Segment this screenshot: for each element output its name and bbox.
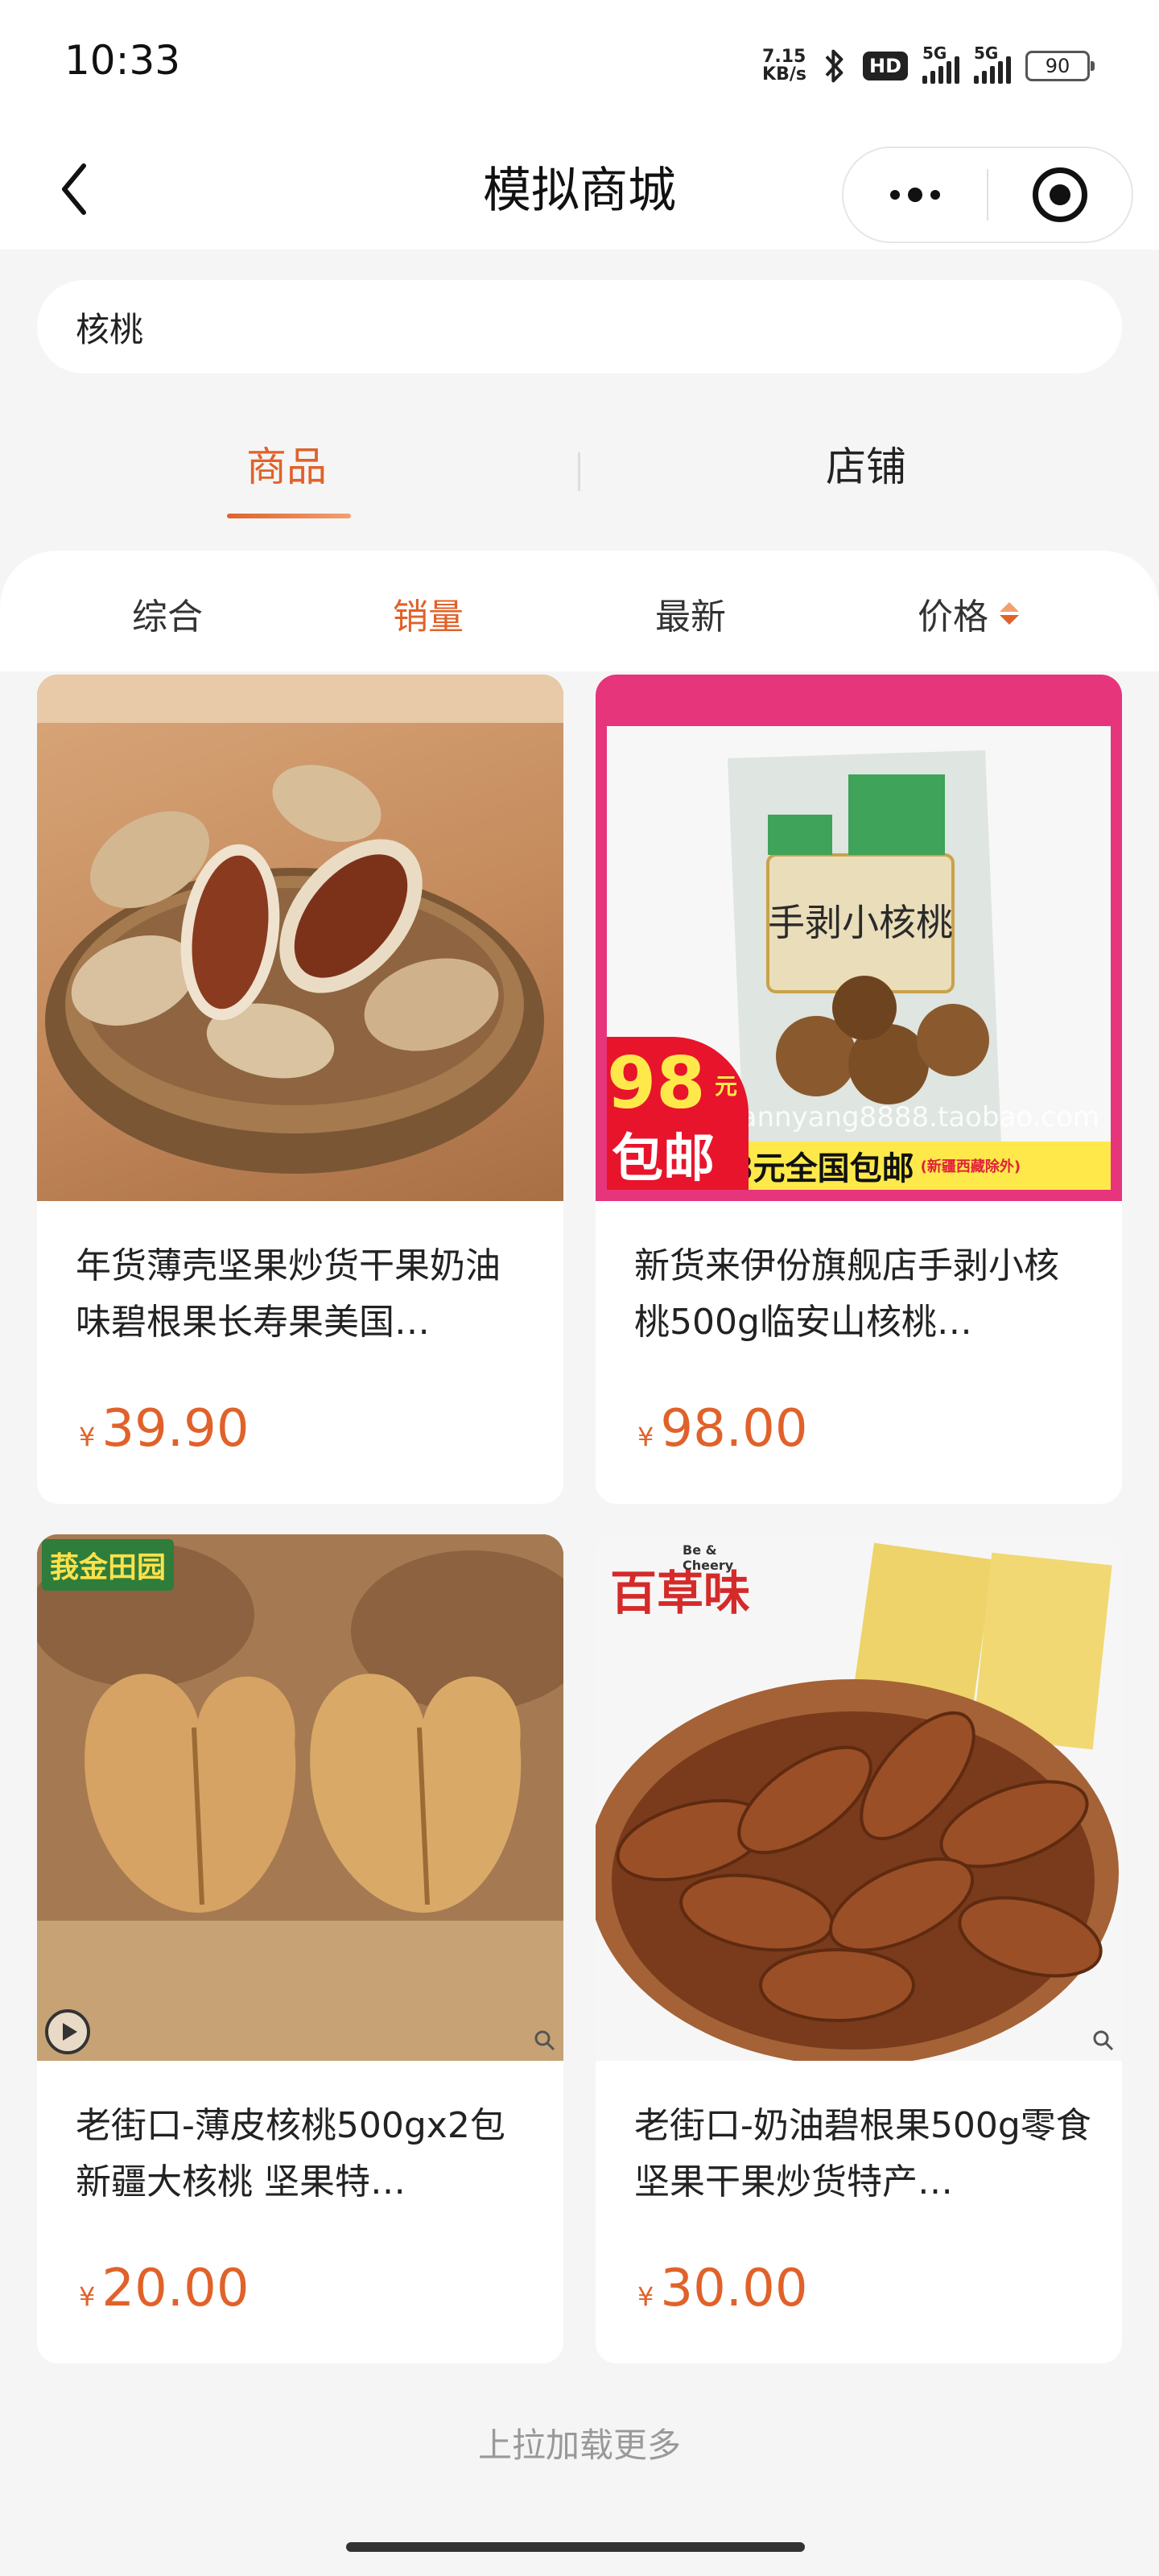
price-currency: ¥ bbox=[79, 1422, 96, 1452]
promo-bottom-note: (新疆西藏除外) bbox=[920, 1158, 1021, 1175]
product-image: 百草味 Be & Cheery bbox=[596, 1534, 1122, 2061]
brand-logo: 百草味 Be & Cheery bbox=[610, 1542, 751, 1623]
sort-newest[interactable]: 最新 bbox=[655, 588, 726, 639]
battery-level: 90 bbox=[1045, 55, 1070, 77]
product-title: 老街口-奶油碧根果500g零食坚果干果炒货特产… bbox=[634, 2105, 1091, 2202]
top-tabs: 商品 店铺 bbox=[0, 419, 1159, 523]
promo-banner-title: 手剥小核桃500克 bbox=[702, 682, 1016, 727]
tab-divider bbox=[578, 452, 580, 491]
pecan-bowl-illustration bbox=[37, 675, 563, 1174]
signal-icon: 5G bbox=[922, 43, 959, 84]
search-box[interactable] bbox=[37, 280, 1122, 374]
play-video-icon[interactable] bbox=[45, 2009, 90, 2054]
product-price: ¥ 20.00 bbox=[79, 2259, 250, 2318]
search-input[interactable] bbox=[76, 307, 1122, 347]
load-more-hint: 上拉加载更多 bbox=[477, 2425, 681, 2465]
product-price: ¥ 39.90 bbox=[79, 1399, 250, 1459]
product-title: 老街口-薄皮核桃500gx2包 新疆大核桃 坚果特… bbox=[76, 2105, 505, 2202]
nav-bar: 模拟商城 bbox=[0, 129, 1159, 250]
network-speed-value: 7.15 bbox=[762, 47, 806, 67]
results-panel: 综合 销量 最新 价格 年货薄壳坚果炒货干果奶油味碧根果长寿果美国… ¥ 39.… bbox=[0, 551, 1159, 2539]
product-card[interactable]: 年货薄壳坚果炒货干果奶油味碧根果长寿果美国… ¥ 39.90 bbox=[37, 675, 563, 1504]
more-dots-icon bbox=[890, 188, 940, 202]
sort-newest-label: 最新 bbox=[655, 597, 726, 638]
status-indicators: 7.15 KB/s HD 5G 5G 90 bbox=[762, 42, 1095, 90]
tab-active-underline bbox=[227, 514, 351, 518]
product-title: 新货来伊份旗舰店手剥小核桃500g临安山核桃… bbox=[634, 1245, 1059, 1343]
price-currency: ¥ bbox=[637, 2281, 654, 2312]
sort-sales[interactable]: 销量 bbox=[393, 588, 464, 639]
more-button[interactable] bbox=[843, 148, 987, 242]
brand-logo-text: 百草味 bbox=[610, 1566, 751, 1620]
brand-logo-sub: Be & Cheery bbox=[683, 1542, 734, 1573]
product-card[interactable]: 手剥小核桃500克 手剥小核桃 yannyang8888.taobao.com … bbox=[596, 675, 1122, 1504]
product-title: 年货薄壳坚果炒货干果奶油味碧根果长寿果美国… bbox=[76, 1245, 501, 1343]
bluetooth-icon bbox=[825, 49, 843, 83]
brand-logo: 莪金田园 bbox=[42, 1539, 175, 1591]
svg-text:手剥小核桃: 手剥小核桃 bbox=[768, 901, 953, 944]
promo-badge-unit: 元 bbox=[715, 1073, 738, 1100]
target-icon bbox=[1033, 167, 1087, 222]
network-speed: 7.15 KB/s bbox=[762, 48, 806, 84]
product-price: ¥ 98.00 bbox=[637, 1399, 808, 1459]
signal-label-2: 5G bbox=[974, 43, 999, 63]
signal-label: 5G bbox=[922, 43, 947, 63]
product-price: ¥ 30.00 bbox=[637, 2259, 808, 2318]
tab-shops[interactable]: 店铺 bbox=[826, 435, 906, 493]
close-mini-program-button[interactable] bbox=[988, 148, 1132, 242]
sort-arrows-icon bbox=[1000, 602, 1019, 625]
magnify-icon bbox=[534, 2030, 555, 2051]
sort-sales-label: 销量 bbox=[393, 597, 464, 638]
mascot-icon bbox=[612, 678, 660, 726]
price-value: 98.00 bbox=[660, 1399, 808, 1459]
watermark: yannyang8888.taobao.com bbox=[724, 1101, 1100, 1133]
hd-badge: HD bbox=[862, 52, 908, 80]
product-image: 莪金田园 bbox=[37, 1534, 563, 2061]
battery-icon: 90 bbox=[1025, 51, 1095, 81]
tab-goods[interactable]: 商品 bbox=[246, 435, 327, 493]
sort-comprehensive[interactable]: 综合 bbox=[132, 588, 203, 639]
status-bar: 10:33 7.15 KB/s HD 5G 5G 90 bbox=[0, 0, 1159, 129]
home-indicator[interactable] bbox=[346, 2542, 805, 2552]
network-speed-unit: KB/s bbox=[762, 64, 806, 85]
product-image: 手剥小核桃500克 手剥小核桃 yannyang8888.taobao.com … bbox=[596, 675, 1122, 1201]
walnut-kernel-illustration bbox=[37, 1534, 563, 2061]
product-image bbox=[37, 675, 563, 1201]
price-value: 20.00 bbox=[101, 2259, 250, 2318]
promo-badge: 98 元 包邮 bbox=[607, 1037, 749, 1190]
magnify-icon bbox=[1093, 2030, 1114, 2051]
price-value: 30.00 bbox=[660, 2259, 808, 2318]
app-page: 10:33 7.15 KB/s HD 5G 5G 90 模拟商城 核桃 商品 店… bbox=[0, 0, 1159, 2576]
sort-price-label: 价格 bbox=[918, 597, 988, 638]
mini-program-capsule bbox=[842, 147, 1133, 243]
status-time: 10:33 bbox=[64, 37, 181, 84]
promo-badge-free: 包邮 bbox=[612, 1129, 715, 1189]
product-card[interactable]: 莪金田园 老街口-薄皮核桃500gx2包 新疆大核桃 坚果特… ¥ 20.00 bbox=[37, 1534, 563, 2363]
signal-icon-2: 5G bbox=[974, 43, 1011, 84]
promo-badge-number: 98 bbox=[607, 1042, 706, 1125]
price-value: 39.90 bbox=[101, 1399, 250, 1459]
sort-comprehensive-label: 综合 bbox=[132, 597, 203, 638]
product-card[interactable]: 百草味 Be & Cheery 老街口-奶油碧根果500g零食坚果干果炒货特产…… bbox=[596, 1534, 1122, 2363]
sort-price[interactable]: 价格 bbox=[918, 588, 1019, 639]
price-currency: ¥ bbox=[637, 1422, 654, 1452]
price-currency: ¥ bbox=[79, 2281, 96, 2312]
sort-bar: 综合 销量 最新 价格 bbox=[0, 551, 1159, 671]
